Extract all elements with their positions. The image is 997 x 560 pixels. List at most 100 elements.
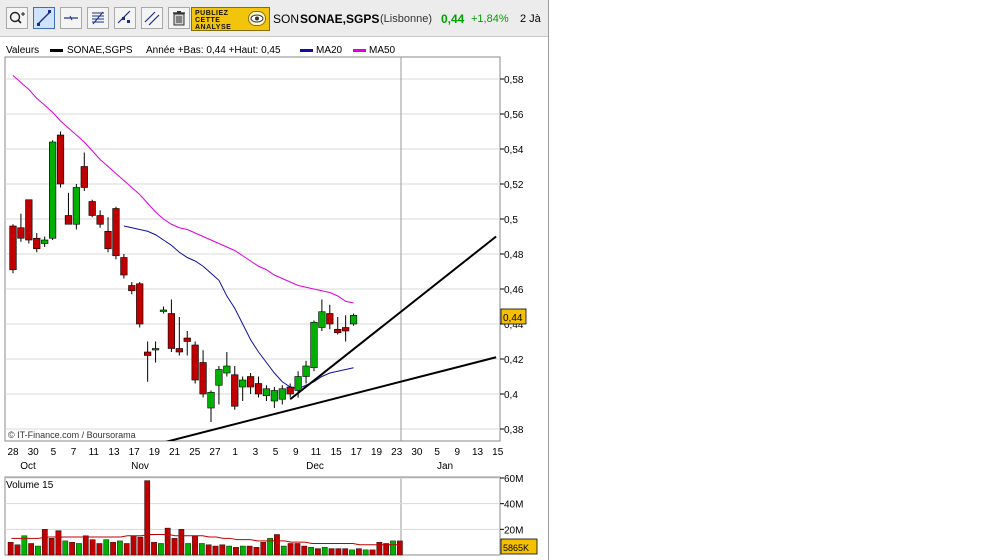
volume-bar xyxy=(315,548,321,556)
price-chart[interactable]: 0,38 0,4 0,42 0,44 0,46 0,48 0,5 0,52 0,54 0,56 0,… xyxy=(0,38,548,560)
volume-bar xyxy=(123,543,130,556)
x-day-label: 5 xyxy=(273,447,279,458)
volume-bar xyxy=(35,545,41,556)
candle-down xyxy=(9,225,17,271)
volume-title: Volume 15 xyxy=(6,480,54,491)
fibonacci-tool[interactable] xyxy=(87,7,109,29)
volume-bar xyxy=(205,544,212,556)
candle-down xyxy=(33,237,41,250)
candle-down xyxy=(247,376,255,388)
volume-bar xyxy=(219,544,226,556)
volume-bar xyxy=(396,540,403,556)
x-day-label: 19 xyxy=(149,447,161,458)
candle-up xyxy=(239,379,247,388)
period-selector[interactable]: 2 Jà xyxy=(520,12,541,26)
volume-bar xyxy=(349,549,355,556)
price-change: +1,84% xyxy=(471,13,509,25)
x-day-label: 30 xyxy=(411,447,423,458)
volume-bar xyxy=(137,536,144,556)
volume-bar xyxy=(55,530,62,556)
candle-down xyxy=(120,257,128,276)
candle-down xyxy=(167,313,176,349)
candle-up xyxy=(349,314,358,325)
volume-bar xyxy=(41,529,48,556)
candle-up xyxy=(294,376,302,391)
candle-up xyxy=(48,141,57,239)
volume-bar xyxy=(246,545,253,556)
x-day-label: 5 xyxy=(434,447,440,458)
publish-analysis-button[interactable]: PUBLIEZ CETTE ANALYSE xyxy=(191,7,270,31)
toolbar: PUBLIEZ CETTE ANALYSE SON SONAE,SGPS (Li… xyxy=(0,0,548,37)
candle-down xyxy=(56,134,65,185)
x-day-label: 1 xyxy=(232,447,238,458)
volume-bar xyxy=(301,545,308,556)
volume-bar xyxy=(260,541,267,556)
candle-up xyxy=(151,348,160,351)
channel-icon xyxy=(117,10,131,24)
volume-bar xyxy=(287,543,294,556)
volume-bar xyxy=(376,541,383,556)
x-month-label: Oct xyxy=(20,461,36,472)
candle-up xyxy=(270,390,278,402)
last-volume-tag-label: 5865K xyxy=(503,543,529,553)
x-day-label: 11 xyxy=(311,447,322,458)
candle-down xyxy=(104,230,112,250)
volume-bar xyxy=(117,540,123,556)
candle-down xyxy=(64,215,73,225)
volume-bar xyxy=(103,539,110,556)
volume-bar xyxy=(178,529,185,556)
candle-down xyxy=(88,201,96,216)
x-day-label: 23 xyxy=(391,447,403,458)
horizontal-line-icon xyxy=(64,15,78,21)
trendline-tool[interactable] xyxy=(33,7,55,29)
exchange-name: (Lisbonne) xyxy=(380,13,432,25)
candle-up xyxy=(41,239,49,244)
zoom-tool[interactable] xyxy=(6,7,28,29)
candle-down xyxy=(136,283,144,325)
delete-tool[interactable] xyxy=(168,7,190,29)
candle-up xyxy=(262,388,271,397)
candle-down xyxy=(128,285,136,292)
volume-bar xyxy=(328,548,335,556)
x-day-label: 15 xyxy=(331,447,343,458)
volume-bar xyxy=(294,543,301,556)
x-day-label: 9 xyxy=(293,447,299,458)
candle-down xyxy=(25,199,33,241)
candle-down xyxy=(183,337,191,342)
volume-bar xyxy=(7,541,14,556)
price-tick-label: 0,4 xyxy=(504,390,518,401)
volume-bar xyxy=(192,535,198,556)
candle-up xyxy=(318,311,326,328)
channel-tool[interactable] xyxy=(114,7,136,29)
chart-window: PUBLIEZ CETTE ANALYSE SON SONAE,SGPS (Li… xyxy=(0,0,549,560)
volume-bar xyxy=(198,543,205,556)
x-day-label: 11 xyxy=(89,447,100,458)
volume-tick-label: 40M xyxy=(504,500,523,511)
price-tick-label: 0,38 xyxy=(504,425,524,436)
candle-up xyxy=(207,391,215,409)
volume-bar xyxy=(274,534,280,556)
price-tick-label: 0,42 xyxy=(504,355,524,366)
publish-analysis-label: PUBLIEZ CETTE ANALYSE xyxy=(195,10,232,31)
last-price-tag-label: 0,44 xyxy=(503,313,523,324)
candle-down xyxy=(334,328,342,334)
x-month-label: Dec xyxy=(306,461,324,472)
volume-bar xyxy=(171,538,178,556)
price-tick-label: 0,5 xyxy=(504,215,518,226)
x-day-label: 30 xyxy=(28,447,40,458)
volume-bar xyxy=(321,547,328,556)
ticker-name: SONAE,SGPS xyxy=(300,12,380,26)
x-day-label: 27 xyxy=(209,447,221,458)
volume-bar xyxy=(226,545,233,556)
volume-bar xyxy=(280,545,287,556)
volume-bar xyxy=(362,549,369,556)
horizontal-line-tool[interactable] xyxy=(60,7,82,29)
candle-up xyxy=(72,187,80,225)
volume-bar xyxy=(144,480,151,556)
volume-bar xyxy=(342,548,349,556)
candle-down xyxy=(17,227,25,239)
parallel-tool[interactable] xyxy=(141,7,163,29)
trendline-icon xyxy=(37,10,51,26)
candle-down xyxy=(96,215,104,225)
x-day-label: 28 xyxy=(7,447,19,458)
